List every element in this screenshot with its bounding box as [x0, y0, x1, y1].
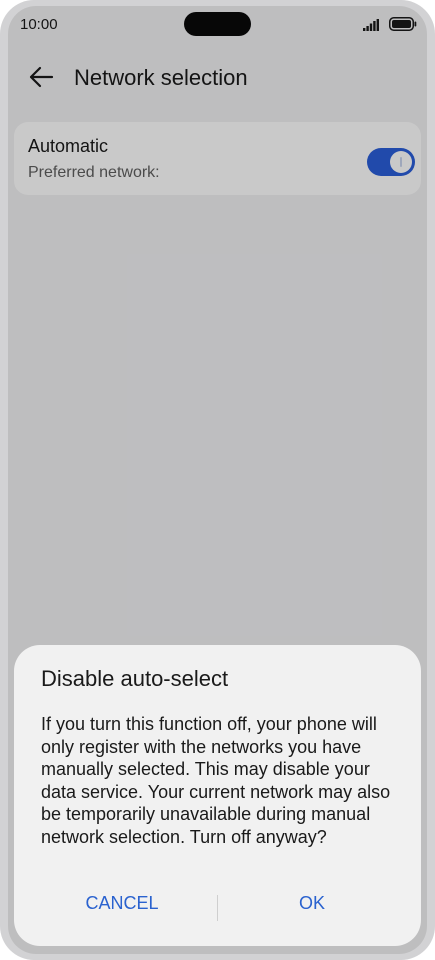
ok-button[interactable]: OK: [232, 893, 392, 923]
button-divider: [217, 895, 218, 921]
device-frame: 10:00 Network selection Automatic Prefer…: [0, 0, 435, 960]
dialog-message: If you turn this function off, your phon…: [41, 714, 391, 847]
cancel-button[interactable]: CANCEL: [42, 893, 202, 923]
dialog-title: Disable auto-select: [41, 666, 229, 691]
screen: 10:00 Network selection Automatic Prefer…: [8, 6, 427, 954]
disable-auto-select-dialog: Disable auto-select If you turn this fun…: [14, 645, 421, 946]
